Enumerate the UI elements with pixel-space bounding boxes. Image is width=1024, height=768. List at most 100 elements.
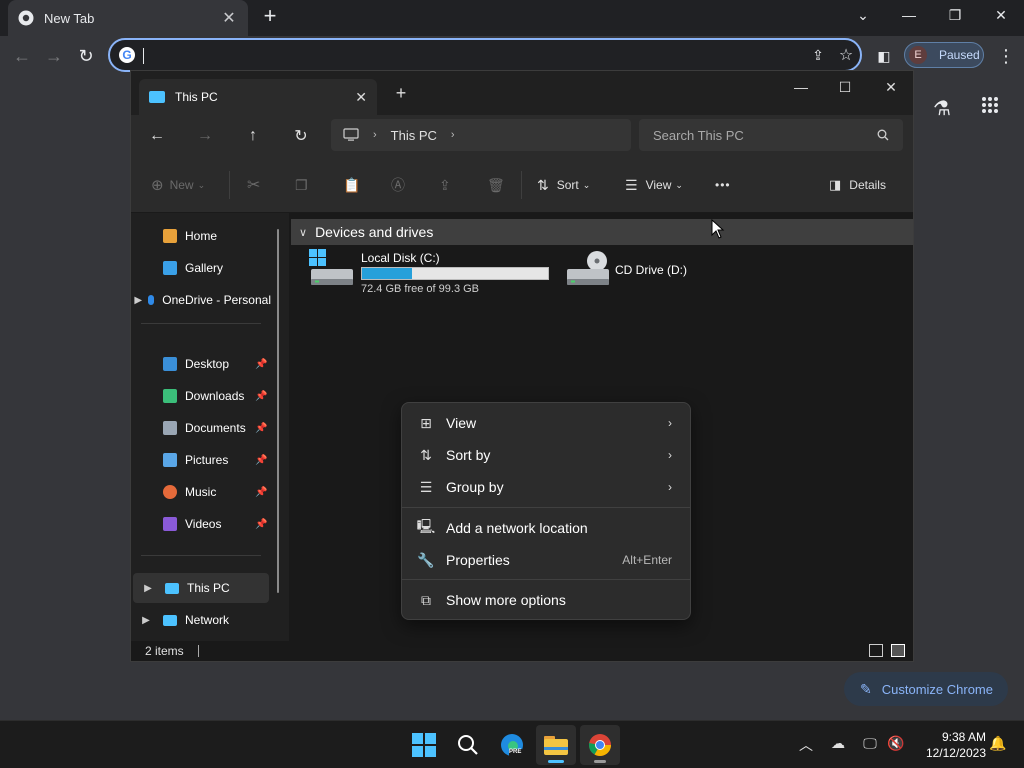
new-button[interactable]: ⊕ New ⌄	[151, 173, 205, 197]
chrome-close-button[interactable]: ✕	[978, 0, 1024, 30]
taskbar-clock[interactable]: 9:38 AM 12/12/2023	[914, 729, 986, 761]
context-menu-item-properties[interactable]: 🔧 Properties Alt+Enter	[406, 544, 686, 576]
nav-item-documents[interactable]: Documents 📌	[131, 413, 281, 443]
taskbar-search-button[interactable]	[448, 725, 488, 765]
nav-item-videos[interactable]: Videos 📌	[131, 509, 281, 539]
pin-icon[interactable]: 📌	[255, 519, 267, 530]
chrome-restore-button[interactable]: ❐	[932, 0, 978, 30]
chrome-taskbar-button[interactable]	[580, 725, 620, 765]
view-button[interactable]: ☰ View ⌄	[625, 173, 683, 197]
back-arrow-icon[interactable]: ←	[145, 124, 169, 148]
share-icon[interactable]: ⇪	[806, 43, 830, 67]
clock-time: 9:38 AM	[941, 730, 986, 744]
side-panel-icon[interactable]: ◧	[872, 44, 896, 68]
search-input[interactable]: Search This PC	[639, 119, 903, 151]
nav-item-pictures[interactable]: Pictures 📌	[131, 445, 281, 475]
context-menu-item-sort-by[interactable]: ⇅ Sort by ›	[406, 439, 686, 471]
pin-icon[interactable]: 📌	[255, 423, 267, 434]
drive-item-cd-drive-d[interactable]: CD Drive (D:)	[565, 249, 765, 295]
large-icons-view-icon[interactable]	[891, 644, 905, 657]
breadcrumb-chevron-icon[interactable]: ›	[373, 129, 377, 141]
chrome-tab-close-button[interactable]: ✕	[220, 8, 238, 28]
chrome-new-tab-button[interactable]: +	[258, 4, 282, 30]
delete-icon[interactable]: 🗑	[487, 173, 505, 197]
chrome-menu-icon[interactable]: ⋮	[994, 44, 1018, 68]
forward-arrow-icon[interactable]: →	[42, 44, 66, 68]
explorer-minimize-button[interactable]: —	[781, 75, 821, 99]
context-menu-item-view[interactable]: ⊞ View ›	[406, 407, 686, 439]
nav-item-this-pc[interactable]: ▶ This PC	[133, 573, 269, 603]
show-hidden-icons-chevron-icon[interactable]: ︿	[796, 735, 816, 755]
chevron-right-icon[interactable]: ▶	[133, 583, 163, 594]
nav-pane-scrollbar[interactable]	[277, 229, 279, 593]
nav-item-downloads[interactable]: Downloads 📌	[131, 381, 281, 411]
context-menu-item-group-by[interactable]: ☰ Group by ›	[406, 471, 686, 503]
explorer-tab-this-pc[interactable]: This PC ✕	[139, 79, 377, 115]
cut-icon[interactable]: ✂	[247, 173, 260, 197]
plus-circle-icon: ⊕	[151, 177, 164, 194]
start-button[interactable]	[404, 725, 444, 765]
address-bar[interactable]: › This PC ›	[331, 119, 631, 151]
chrome-icon	[589, 734, 611, 756]
pin-icon[interactable]: 📌	[255, 359, 267, 370]
network-display-icon[interactable]: 🖵	[860, 735, 880, 755]
nav-item-music[interactable]: Music 📌	[131, 477, 281, 507]
notification-bell-icon[interactable]: 🔔	[988, 735, 1008, 755]
reload-icon[interactable]: ↻	[74, 44, 98, 68]
bookmark-star-icon[interactable]: ☆	[834, 43, 858, 67]
nav-item-label: Downloads	[185, 389, 245, 403]
more-options-button[interactable]: •••	[715, 173, 731, 197]
onedrive-offline-icon[interactable]: ☁	[828, 735, 848, 755]
nav-item-onedrive[interactable]: ▶ OneDrive - Personal	[131, 285, 271, 315]
paste-icon[interactable]: 📋	[343, 173, 360, 197]
chrome-tab-new-tab[interactable]: New Tab ✕	[8, 0, 248, 36]
pin-icon[interactable]: 📌	[255, 487, 267, 498]
share-icon[interactable]: ⇪	[439, 173, 451, 197]
copy-icon[interactable]: ❐	[295, 173, 308, 197]
edge-preview-taskbar-button[interactable]: PRE	[492, 725, 532, 765]
context-menu-item-add-network-location[interactable]: 🖳 Add a network location	[406, 512, 686, 544]
nav-item-desktop[interactable]: Desktop 📌	[131, 349, 281, 379]
file-explorer-taskbar-button[interactable]	[536, 725, 576, 765]
text-caret	[143, 48, 144, 64]
context-menu-item-show-more-options[interactable]: ⧉ Show more options	[406, 584, 686, 616]
drive-usage-fill	[362, 268, 413, 279]
google-apps-grid-icon[interactable]	[978, 96, 1002, 120]
explorer-maximize-button[interactable]: ☐	[825, 75, 865, 99]
rename-icon[interactable]: Ⓐ	[391, 173, 405, 197]
profile-status: Paused	[939, 48, 980, 62]
omnibox-input[interactable]: G ⇪ ☆	[108, 38, 862, 72]
wrench-icon: 🔧	[417, 551, 435, 568]
explorer-tab-close-button[interactable]: ✕	[355, 89, 367, 106]
nav-item-network[interactable]: ▶ Network	[131, 605, 281, 635]
customize-chrome-label: Customize Chrome	[881, 681, 993, 697]
sort-button[interactable]: ⇅ Sort ⌄	[537, 173, 590, 197]
labs-flask-icon[interactable]: ⚗	[930, 96, 954, 120]
explorer-close-button[interactable]: ✕	[871, 75, 911, 99]
mouse-cursor-icon	[711, 219, 725, 239]
chevron-right-icon[interactable]: ▶	[131, 615, 161, 626]
volume-muted-icon[interactable]: 🔇	[886, 735, 906, 755]
nav-item-gallery[interactable]: Gallery	[131, 253, 281, 283]
details-view-icon[interactable]	[869, 644, 883, 657]
back-arrow-icon[interactable]: ←	[10, 44, 34, 68]
details-button[interactable]: ◨ Details	[829, 173, 886, 197]
breadcrumb-this-pc[interactable]: This PC	[391, 128, 437, 143]
context-menu-label: Sort by	[446, 447, 491, 463]
chrome-tab-search-button[interactable]: ⌄	[840, 0, 886, 30]
profile-button[interactable]: E Paused	[904, 42, 984, 68]
explorer-new-tab-button[interactable]: +	[391, 83, 411, 107]
drive-item-local-disk-c[interactable]: Local Disk (C:) 72.4 GB free of 99.3 GB	[309, 249, 549, 295]
forward-arrow-icon[interactable]: →	[193, 124, 217, 148]
chevron-right-icon[interactable]: ▶	[131, 295, 146, 306]
refresh-icon[interactable]: ↻	[289, 124, 313, 148]
chrome-minimize-button[interactable]: —	[886, 0, 932, 30]
up-arrow-icon[interactable]: ↑	[241, 124, 265, 148]
drive-usage-bar	[361, 267, 549, 280]
customize-chrome-button[interactable]: ✎ Customize Chrome	[844, 672, 1008, 706]
pin-icon[interactable]: 📌	[255, 391, 267, 402]
breadcrumb-chevron-icon[interactable]: ›	[451, 129, 455, 141]
nav-item-home[interactable]: Home	[131, 221, 281, 251]
group-header-devices-and-drives[interactable]: ∨ Devices and drives	[291, 219, 913, 245]
pin-icon[interactable]: 📌	[255, 455, 267, 466]
